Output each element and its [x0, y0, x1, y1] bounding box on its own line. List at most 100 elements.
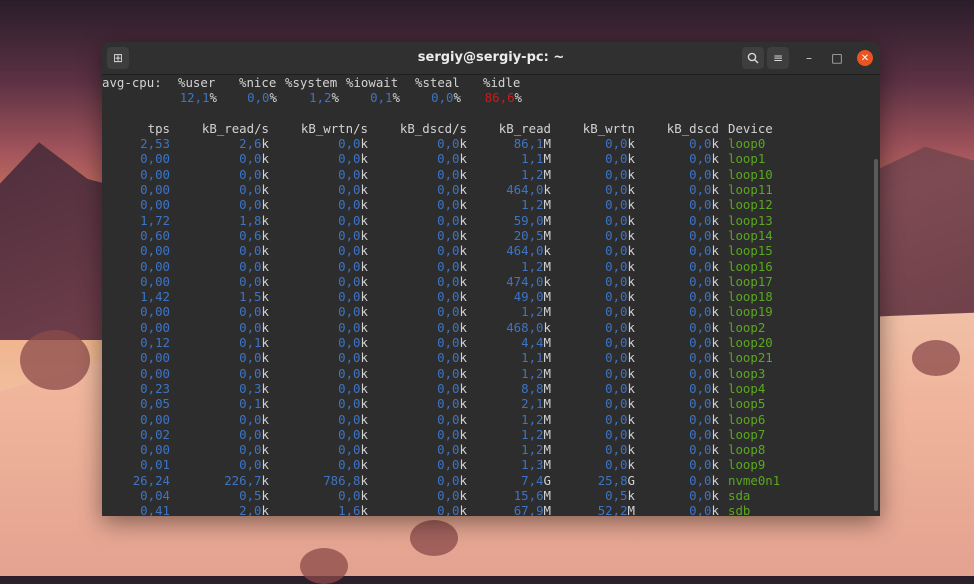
read-value: 1,2M [521, 365, 551, 381]
wrtn-s-value: 0,0k [338, 136, 368, 152]
cpu-col-header: %nice [239, 75, 277, 90]
wrtn-value: 0,0k [605, 411, 635, 427]
read-s-value: 0,0k [239, 166, 269, 182]
dscd-value: 0,0k [689, 151, 719, 167]
dscd-s-value: 0,0k [437, 243, 467, 259]
dscd-value: 0,0k [689, 442, 719, 458]
table-row: 0,00 0,0k 0,0k 0,0k 464,0k 0,0k 0,0k loop11 [102, 182, 880, 197]
terminal-window[interactable]: ⊞ sergiy@sergiy-pc: ~ ≡ – □ ✕ avg-cpu: %… [102, 42, 880, 516]
dscd-value: 0,0k [689, 335, 719, 351]
read-s-value: 226,7k [224, 472, 269, 488]
tps-value: 0,00 [140, 365, 170, 381]
device-name: sda [728, 488, 751, 504]
dscd-s-value: 0,0k [437, 166, 467, 182]
device-name: loop12 [728, 197, 773, 213]
cpu-values-line: 12,1% 0,0% 1,2% 0,1% 0,0% 86,6% [179, 90, 522, 106]
wrtn-value: 0,0k [605, 335, 635, 351]
device-col-header: kB_dscd/s [399, 120, 467, 136]
device-name: loop6 [728, 411, 766, 427]
dscd-s-value: 0,0k [437, 457, 467, 473]
tps-value: 0,60 [140, 227, 170, 243]
read-s-value: 0,0k [239, 319, 269, 335]
device-name: loop2 [728, 319, 766, 335]
device-name: loop14 [728, 227, 773, 243]
table-row: 26,24 226,7k 786,8k 0,0k 7,4G 25,8G 0,0k nvme0n… [102, 473, 880, 488]
dscd-value: 0,0k [689, 258, 719, 274]
wrtn-s-value: 0,0k [338, 289, 368, 305]
close-button[interactable]: ✕ [857, 50, 873, 66]
menu-button[interactable]: ≡ [767, 47, 789, 69]
dscd-value: 0,0k [689, 365, 719, 381]
minimize-icon: – [806, 51, 812, 65]
wrtn-s-value: 786,8k [323, 472, 368, 488]
wrtn-s-value: 0,0k [338, 258, 368, 274]
device-name: sdb [728, 503, 751, 516]
dscd-value: 0,0k [689, 166, 719, 182]
wrtn-value: 0,0k [605, 350, 635, 366]
table-row: 0,00 0,0k 0,0k 0,0k 464,0k 0,0k 0,0k loop15 [102, 243, 880, 258]
dscd-value: 0,0k [689, 227, 719, 243]
cpu-col-header: %idle [483, 75, 521, 90]
dscd-s-value: 0,0k [437, 227, 467, 243]
minimize-button[interactable]: – [801, 50, 817, 66]
wrtn-s-value: 0,0k [338, 212, 368, 228]
wrtn-s-value: 0,0k [338, 442, 368, 458]
wrtn-value: 0,0k [605, 380, 635, 396]
tps-value: 0,00 [140, 350, 170, 366]
wrtn-value: 25,8G [597, 472, 635, 488]
dscd-s-value: 0,0k [437, 442, 467, 458]
read-value: 2,1M [521, 396, 551, 412]
table-row: 0,00 0,0k 0,0k 0,0k 1,1M 0,0k 0,0k loop21 [102, 350, 880, 365]
read-s-value: 0,3k [239, 380, 269, 396]
read-s-value: 0,0k [239, 365, 269, 381]
read-value: 464,0k [506, 182, 551, 198]
dscd-s-value: 0,0k [437, 380, 467, 396]
close-icon: ✕ [860, 52, 870, 64]
wrtn-value: 0,0k [605, 457, 635, 473]
dscd-s-value: 0,0k [437, 426, 467, 442]
cpu-col-header: %iowait [346, 75, 399, 90]
dscd-value: 0,0k [689, 426, 719, 442]
wrtn-s-value: 0,0k [338, 227, 368, 243]
dscd-s-value: 0,0k [437, 319, 467, 335]
wrtn-value: 0,0k [605, 304, 635, 320]
dscd-value: 0,0k [689, 243, 719, 259]
scrollbar[interactable] [874, 159, 878, 511]
device-header-line: tps kB_read/s kB_wrtn/s kB_dscd/s kB_read kB_… [102, 121, 880, 136]
tps-value: 0,04 [140, 488, 170, 504]
wrtn-s-value: 0,0k [338, 380, 368, 396]
device-name: loop7 [728, 426, 766, 442]
wallpaper-tree [912, 340, 960, 376]
terminal-output[interactable]: avg-cpu: %user %nice %system %iowait %st… [102, 75, 880, 516]
table-row: 0,00 0,0k 0,0k 0,0k 1,2M 0,0k 0,0k loop10 [102, 167, 880, 182]
dscd-s-value: 0,0k [437, 472, 467, 488]
tps-value: 0,00 [140, 319, 170, 335]
tps-value: 0,00 [140, 258, 170, 274]
table-row: 2,53 2,6k 0,0k 0,0k 86,1M 0,0k 0,0k loop0 [102, 136, 880, 151]
wrtn-value: 0,0k [605, 442, 635, 458]
wrtn-s-value: 0,0k [338, 243, 368, 259]
search-button[interactable] [742, 47, 764, 69]
read-s-value: 0,0k [239, 151, 269, 167]
dscd-s-value: 0,0k [437, 197, 467, 213]
wrtn-s-value: 0,0k [338, 304, 368, 320]
read-value: 1,1M [521, 151, 551, 167]
device-name: loop3 [728, 365, 766, 381]
wrtn-s-value: 0,0k [338, 182, 368, 198]
dscd-s-value: 0,0k [437, 273, 467, 289]
tps-value: 0,00 [140, 243, 170, 259]
wrtn-s-value: 0,0k [338, 457, 368, 473]
tps-value: 0,05 [140, 396, 170, 412]
title-bar[interactable]: ⊞ sergiy@sergiy-pc: ~ ≡ – □ ✕ [102, 42, 880, 75]
dscd-value: 0,0k [689, 197, 719, 213]
dscd-value: 0,0k [689, 396, 719, 412]
read-s-value: 0,0k [239, 197, 269, 213]
read-value: 7,4G [521, 472, 551, 488]
device-name: loop11 [728, 182, 773, 198]
tps-value: 0,00 [140, 442, 170, 458]
maximize-button[interactable]: □ [829, 50, 845, 66]
read-s-value: 0,0k [239, 258, 269, 274]
wrtn-value: 0,0k [605, 273, 635, 289]
wrtn-value: 0,0k [605, 197, 635, 213]
device-name: loop18 [728, 289, 773, 305]
